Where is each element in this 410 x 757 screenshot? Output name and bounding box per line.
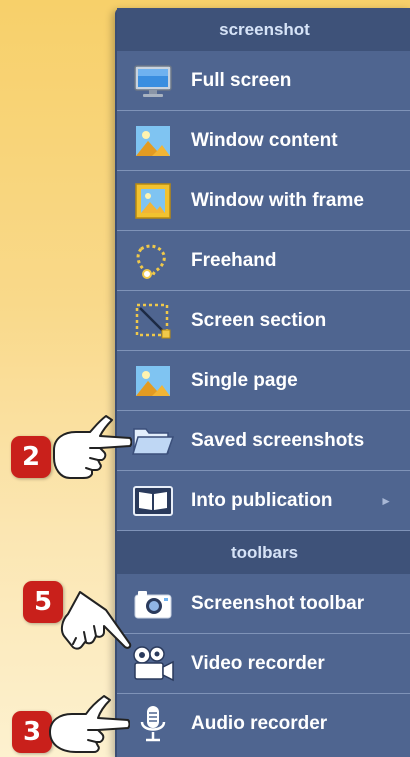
selection-icon (131, 301, 175, 341)
menu-item-into-publication[interactable]: Into publication ► (117, 471, 410, 531)
menu-item-label: Audio recorder (191, 712, 328, 734)
menu-item-audio-recorder[interactable]: Audio recorder (117, 694, 410, 753)
pointing-hand-icon (60, 591, 132, 650)
menu-item-label: Freehand (191, 249, 277, 271)
menu-item-full-screen[interactable]: Full screen (117, 51, 410, 111)
callout-badge-2: 2 (11, 436, 51, 478)
monitor-icon (131, 61, 175, 101)
menu-item-label: Video recorder (191, 652, 325, 674)
submenu-arrow-icon: ► (380, 493, 392, 508)
menu-item-freehand[interactable]: Freehand (117, 231, 410, 291)
microphone-icon (131, 704, 175, 744)
menu-item-label: Saved screenshots (191, 429, 365, 451)
callout-badge-5: 5 (23, 581, 63, 623)
menu-item-single-page[interactable]: Single page (117, 351, 410, 411)
image-icon (131, 361, 175, 401)
menu-item-window-content[interactable]: Window content (117, 111, 410, 171)
menu-item-window-with-frame[interactable]: Window with frame (117, 171, 410, 231)
section-header-screenshot: screenshot (117, 8, 410, 51)
menu-item-saved-screenshots[interactable]: Saved screenshots (117, 411, 410, 471)
menu-item-label: Window content (191, 129, 338, 151)
book-icon (131, 481, 175, 521)
pointing-hand-icon (49, 695, 130, 753)
menu-item-screen-section[interactable]: Screen section (117, 291, 410, 351)
menu-item-video-recorder[interactable]: Video recorder (117, 634, 410, 694)
menu-item-label: Into publication (191, 489, 333, 511)
menu-item-label: Window with frame (191, 189, 364, 211)
framed-image-icon (131, 181, 175, 221)
menu-item-label: Screenshot toolbar (191, 592, 365, 614)
menu-item-label: Full screen (191, 69, 292, 91)
pointing-hand-icon (53, 415, 132, 479)
menu-item-label: Screen section (191, 309, 327, 331)
capture-menu: screenshot Full screen Window content Wi… (115, 8, 410, 757)
image-icon (131, 121, 175, 161)
menu-item-screenshot-toolbar[interactable]: Screenshot toolbar (117, 574, 410, 634)
section-header-toolbars: toolbars (117, 531, 410, 574)
lasso-icon (131, 241, 175, 281)
folder-icon (131, 421, 175, 461)
video-camera-icon (131, 644, 175, 684)
menu-item-label: Single page (191, 369, 298, 391)
camera-icon (131, 584, 175, 624)
